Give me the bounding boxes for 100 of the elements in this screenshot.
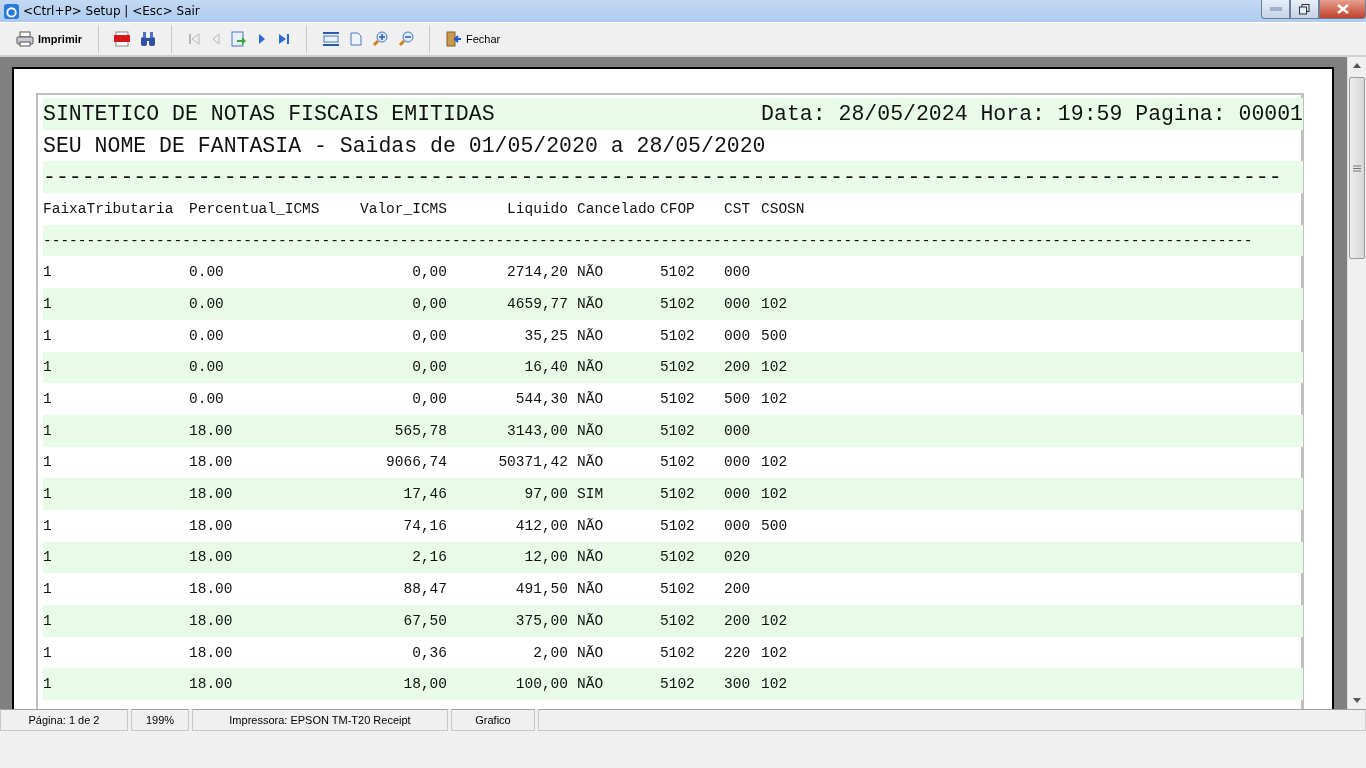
table-cell-text: 97,00	[523, 486, 568, 503]
column-header: CSOSN	[761, 200, 806, 217]
table-cell-text: 18.00	[189, 549, 234, 566]
table-cell-text: 5102	[660, 644, 696, 661]
binoculars-icon	[140, 31, 156, 47]
exit-door-icon	[446, 31, 462, 47]
table-cell-text: 67,50	[402, 612, 447, 629]
table-cell-text: 5102	[660, 422, 696, 439]
vertical-scrollbar[interactable]	[1347, 57, 1366, 709]
table-cell-text: 5102	[660, 295, 696, 312]
table-cell-text: 35,25	[523, 327, 568, 344]
table-cell-text: 1	[43, 422, 53, 439]
table-cell-text: 2,00	[532, 644, 568, 661]
table-cell-text: 5102	[660, 264, 696, 281]
table-cell-text: 300	[724, 676, 752, 693]
table-cell-text: 5102	[660, 517, 696, 534]
table-cell-text: 1	[43, 612, 53, 629]
print-button[interactable]: Imprimir	[12, 29, 86, 49]
table-cell-text: 18.00	[189, 486, 234, 503]
report-subtitle: SEU NOME DE FANTASIA - Saidas de 01/05/2020 a 28/05/2020	[43, 133, 766, 158]
table-cell-text: 1	[43, 486, 53, 503]
table-cell-text: 0,36	[411, 644, 447, 661]
table-cell-text: 1	[43, 264, 53, 281]
restore-button[interactable]	[1290, 0, 1319, 19]
close-button[interactable]: Fechar	[442, 29, 505, 49]
restore-icon	[1299, 3, 1310, 15]
table-cell-text: 000	[724, 264, 752, 281]
table-cell-text: 5102	[660, 676, 696, 693]
table-cell-text: 102	[761, 295, 789, 312]
table-cell-text: 375,00	[514, 612, 568, 629]
table-cell-text: 200	[724, 359, 752, 376]
table-cell-text: 000	[724, 422, 752, 439]
table-cell-text: SIM	[576, 486, 605, 503]
table-cell-text: 5102	[660, 612, 696, 629]
table-cell-text: NÃO	[576, 295, 605, 312]
grip-icon	[1353, 164, 1361, 172]
table-cell-text: 000	[724, 295, 752, 312]
column-header: FaixaTributaria	[43, 200, 175, 217]
status-panel: 199%	[131, 709, 189, 731]
table-cell-text: 1	[43, 676, 53, 693]
table-cell-text: 4659,77	[506, 295, 568, 312]
table-cell-text: 74,16	[402, 517, 447, 534]
table-cell-text: 1	[43, 359, 53, 376]
column-header: CST	[724, 200, 752, 217]
table-cell-text: 0,00	[411, 391, 447, 408]
table-cell-text: 102	[761, 454, 789, 471]
status-panel: Página: 1 de 2	[0, 709, 128, 731]
column-header: Valor_ICMS	[359, 200, 447, 217]
minimize-icon	[1269, 6, 1282, 12]
table-cell-text: 17,46	[402, 486, 447, 503]
table-cell-text: 500	[761, 517, 789, 534]
table-cell-text: 0,00	[411, 359, 447, 376]
table-cell-text: NÃO	[576, 676, 605, 693]
table-cell-text: 0.00	[189, 295, 225, 312]
app-logo-icon	[4, 3, 19, 19]
table-cell-text: 102	[761, 644, 789, 661]
table-cell-text: 18.00	[189, 612, 234, 629]
table-cell-text: 200	[724, 612, 752, 629]
table-cell-text: NÃO	[576, 359, 605, 376]
table-cell-text: 5102	[660, 327, 696, 344]
table-cell-text: NÃO	[576, 644, 605, 661]
scroll-up-icon[interactable]	[1353, 63, 1361, 68]
table-cell-text: 5102	[660, 581, 696, 598]
table-cell-text: 12,00	[523, 549, 568, 566]
table-cell-text: 0,00	[411, 295, 447, 312]
table-cell-text: 5102	[660, 549, 696, 566]
table-cell-text: NÃO	[576, 454, 605, 471]
table-cell-text: 5102	[660, 486, 696, 503]
table-cell-text: 500	[761, 327, 789, 344]
table-cell-text: 000	[724, 454, 752, 471]
report-title: SINTETICO DE NOTAS FISCAIS EMITIDAS	[43, 101, 495, 126]
table-cell-text: 18.00	[189, 422, 234, 439]
column-header: Liquido	[506, 200, 568, 217]
table-cell-text: NÃO	[576, 612, 605, 629]
table-cell-text: 1	[43, 327, 53, 344]
table-cell-text: 491,50	[514, 581, 568, 598]
table-cell-text: 1	[43, 644, 53, 661]
scroll-down-icon[interactable]	[1353, 698, 1361, 703]
column-header: Cancelado	[576, 200, 657, 217]
pdf-icon	[114, 31, 130, 47]
table-cell-text: 0.00	[189, 327, 225, 344]
close-button[interactable]	[1319, 0, 1366, 19]
table-cell-text: 5102	[660, 454, 696, 471]
table-cell-text: 544,30	[514, 391, 568, 408]
window-title: <Ctrl+P> Setup | <Esc> Sair	[23, 4, 200, 18]
scroll-thumb[interactable]	[1349, 77, 1365, 259]
table-cell-text: 18.00	[189, 517, 234, 534]
pdf-button[interactable]	[111, 29, 133, 49]
table-cell-text: 5102	[660, 391, 696, 408]
table-cell-text: 102	[761, 359, 789, 376]
table-cell-text: 500	[724, 391, 752, 408]
table-cell-text: 5102	[660, 359, 696, 376]
table-cell-text: 18.00	[189, 644, 234, 661]
table-cell-text: 100,00	[514, 676, 568, 693]
table-cell-text: 020	[724, 549, 752, 566]
table-cell-text: NÃO	[576, 422, 605, 439]
table-cell-text: 412,00	[514, 517, 568, 534]
table-cell-text: NÃO	[576, 517, 605, 534]
table-cell-text: 18.00	[189, 454, 234, 471]
report-header-info: Data: 28/05/2024 Hora: 19:59 Pagina: 00001	[761, 101, 1303, 126]
